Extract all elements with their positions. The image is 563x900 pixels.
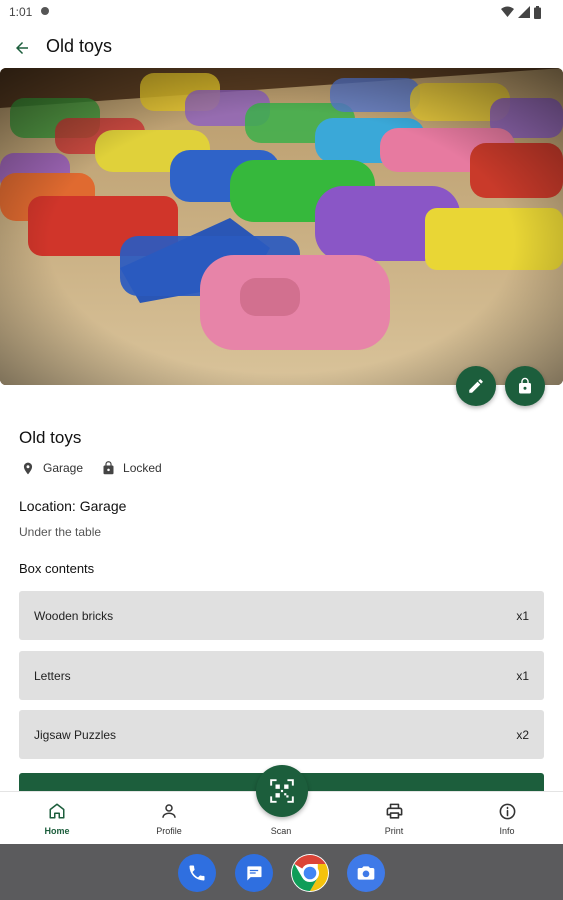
scan-button[interactable]	[256, 765, 308, 817]
status-time: 1:01	[9, 5, 33, 19]
back-button[interactable]	[10, 36, 34, 60]
item-quantity: x1	[516, 609, 529, 623]
print-icon	[354, 801, 434, 821]
nav-print[interactable]: Print	[354, 801, 434, 836]
nav-home-label: Home	[44, 826, 70, 836]
content-item[interactable]: Wooden bricks x1	[19, 591, 544, 640]
box-photo	[0, 68, 563, 385]
page-title: Old toys	[46, 36, 113, 56]
location-heading: Location: Garage	[19, 498, 127, 514]
wifi-icon	[501, 6, 514, 17]
camera-app[interactable]	[347, 854, 385, 892]
camera-icon	[357, 866, 375, 880]
battery-icon	[534, 5, 541, 19]
nav-profile[interactable]: Profile	[129, 801, 209, 836]
chrome-app[interactable]	[291, 854, 329, 892]
chrome-icon	[291, 855, 329, 891]
item-name: Letters	[34, 669, 71, 683]
signal-icon	[518, 6, 530, 18]
edit-icon	[469, 379, 483, 393]
profile-icon	[129, 801, 209, 821]
location-tag: Garage	[43, 461, 84, 475]
nav-info[interactable]: Info	[467, 801, 547, 836]
status-bar: 1:01	[0, 0, 563, 24]
notification-icon	[41, 7, 49, 15]
app-bar: Old toys	[0, 24, 563, 68]
location-pin-icon	[19, 459, 37, 477]
phone-icon	[189, 865, 205, 881]
messages-icon	[247, 866, 262, 881]
system-dock	[0, 844, 563, 900]
back-arrow-icon	[16, 42, 28, 54]
nav-print-label: Print	[384, 826, 404, 836]
item-name: Jigsaw Puzzles	[34, 728, 117, 742]
info-icon	[467, 801, 547, 821]
status-icons	[501, 5, 541, 19]
content-item[interactable]: Jigsaw Puzzles x2	[19, 710, 544, 759]
home-icon	[17, 801, 97, 821]
nav-profile-label: Profile	[156, 826, 182, 836]
edit-button[interactable]	[456, 366, 496, 406]
item-quantity: x2	[516, 728, 529, 742]
lock-tag: Locked	[123, 461, 162, 475]
lock-status-icon	[99, 459, 117, 477]
nav-info-label: Info	[499, 826, 515, 836]
messages-app[interactable]	[235, 854, 273, 892]
qr-scan-icon	[270, 779, 294, 803]
content-item[interactable]: Letters x1	[19, 651, 544, 700]
lock-icon	[519, 377, 531, 394]
item-quantity: x1	[516, 669, 529, 683]
nav-scan-label: Scan	[270, 826, 292, 836]
nav-home[interactable]: Home	[17, 801, 97, 836]
box-meta: Garage Locked	[19, 458, 162, 478]
toy-letters-illustration	[0, 68, 563, 385]
phone-app[interactable]	[178, 854, 216, 892]
box-title: Old toys	[19, 428, 82, 447]
contents-heading: Box contents	[19, 561, 95, 576]
location-description: Under the table	[19, 525, 102, 539]
lock-button[interactable]	[505, 366, 545, 406]
item-name: Wooden bricks	[34, 609, 114, 623]
